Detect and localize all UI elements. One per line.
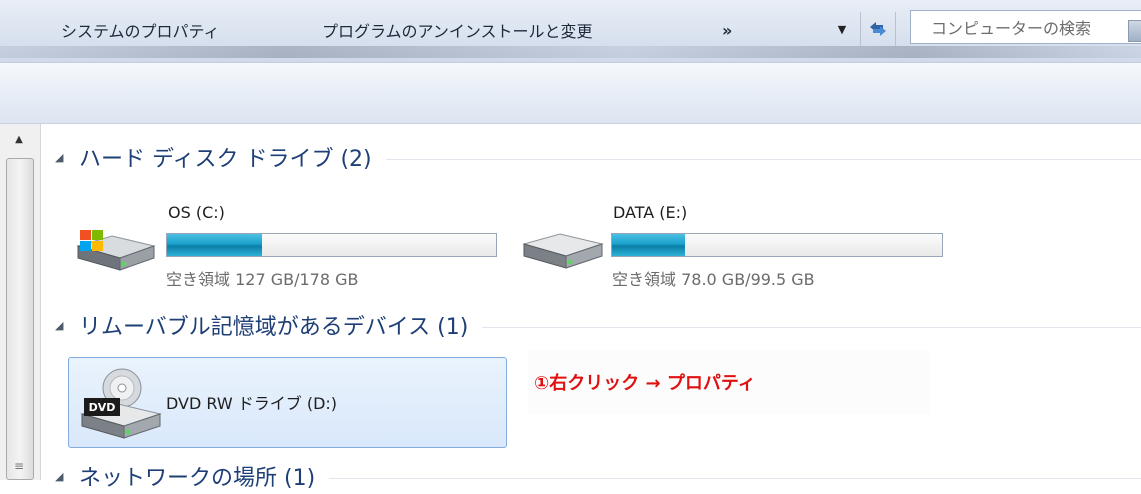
group-label-hard-disks: ハード ディスク ドライブ (2) (79, 147, 372, 172)
group-divider (329, 477, 1141, 479)
collapse-triangle-icon[interactable]: ◢ (55, 319, 69, 332)
chevron-down-icon[interactable]: ▼ (832, 18, 852, 40)
drive-space-c: 空き領域 127 GB/178 GB (166, 270, 359, 289)
instruction-annotation: ①右クリック → プロパティ (528, 350, 930, 414)
drive-usage-bar-e (611, 233, 943, 257)
collapse-triangle-icon[interactable]: ◢ (55, 470, 69, 483)
scroll-up-arrow-icon[interactable]: ▲ (6, 130, 32, 148)
dvd-drive-name: DVD RW ドライブ (D:) (166, 394, 338, 413)
drive-space-e: 空き領域 78.0 GB/99.5 GB (612, 270, 815, 289)
drive-name-c: OS (C:) (168, 203, 225, 222)
group-label-removable: リムーバブル記憶域があるデバイス (1) (79, 315, 469, 340)
group-header-network[interactable]: ◢ ネットワークの場所 (1) (55, 458, 1141, 494)
dvd-drive-icon: DVD (80, 368, 162, 439)
group-divider (482, 326, 1141, 328)
uninstall-program-button[interactable]: プログラムのアンインストールと変更 (322, 0, 593, 60)
drive-usage-fill-e (612, 234, 685, 256)
search-placeholder: コンピューターの検索 (931, 19, 1092, 38)
group-header-hard-disks[interactable]: ◢ ハード ディスク ドライブ (2) (55, 139, 1141, 175)
view-options-icon[interactable] (1128, 20, 1141, 42)
windows-drive-icon (76, 230, 156, 271)
more-commands-button[interactable]: » (722, 0, 732, 60)
group-divider (385, 158, 1141, 160)
more-commands-label: » (722, 20, 733, 40)
scroll-grip-icon: ≡ (13, 459, 25, 473)
command-bar (0, 63, 1141, 124)
refresh-icon (870, 22, 886, 36)
group-header-removable[interactable]: ◢ リムーバブル記憶域があるデバイス (1) (55, 307, 1141, 343)
drive-usage-bar-c (166, 233, 497, 257)
uninstall-program-label: プログラムのアンインストールと変更 (322, 22, 593, 41)
system-properties-label: システムのプロパティ (61, 22, 220, 41)
system-properties-button[interactable]: システムのプロパティ (61, 0, 220, 60)
search-input[interactable]: コンピューターの検索 (910, 10, 1141, 44)
refresh-button[interactable] (860, 12, 896, 46)
dvd-badge: DVD (89, 401, 116, 414)
group-label-network: ネットワークの場所 (1) (79, 466, 316, 491)
drive-usage-fill-c (167, 234, 263, 256)
instruction-text: ①右クリック → プロパティ (534, 373, 756, 394)
scrollbar-thumb[interactable] (6, 158, 34, 480)
hard-drive-icon (522, 233, 604, 269)
drive-name-e: DATA (E:) (613, 203, 688, 222)
collapse-triangle-icon[interactable]: ◢ (55, 151, 69, 164)
